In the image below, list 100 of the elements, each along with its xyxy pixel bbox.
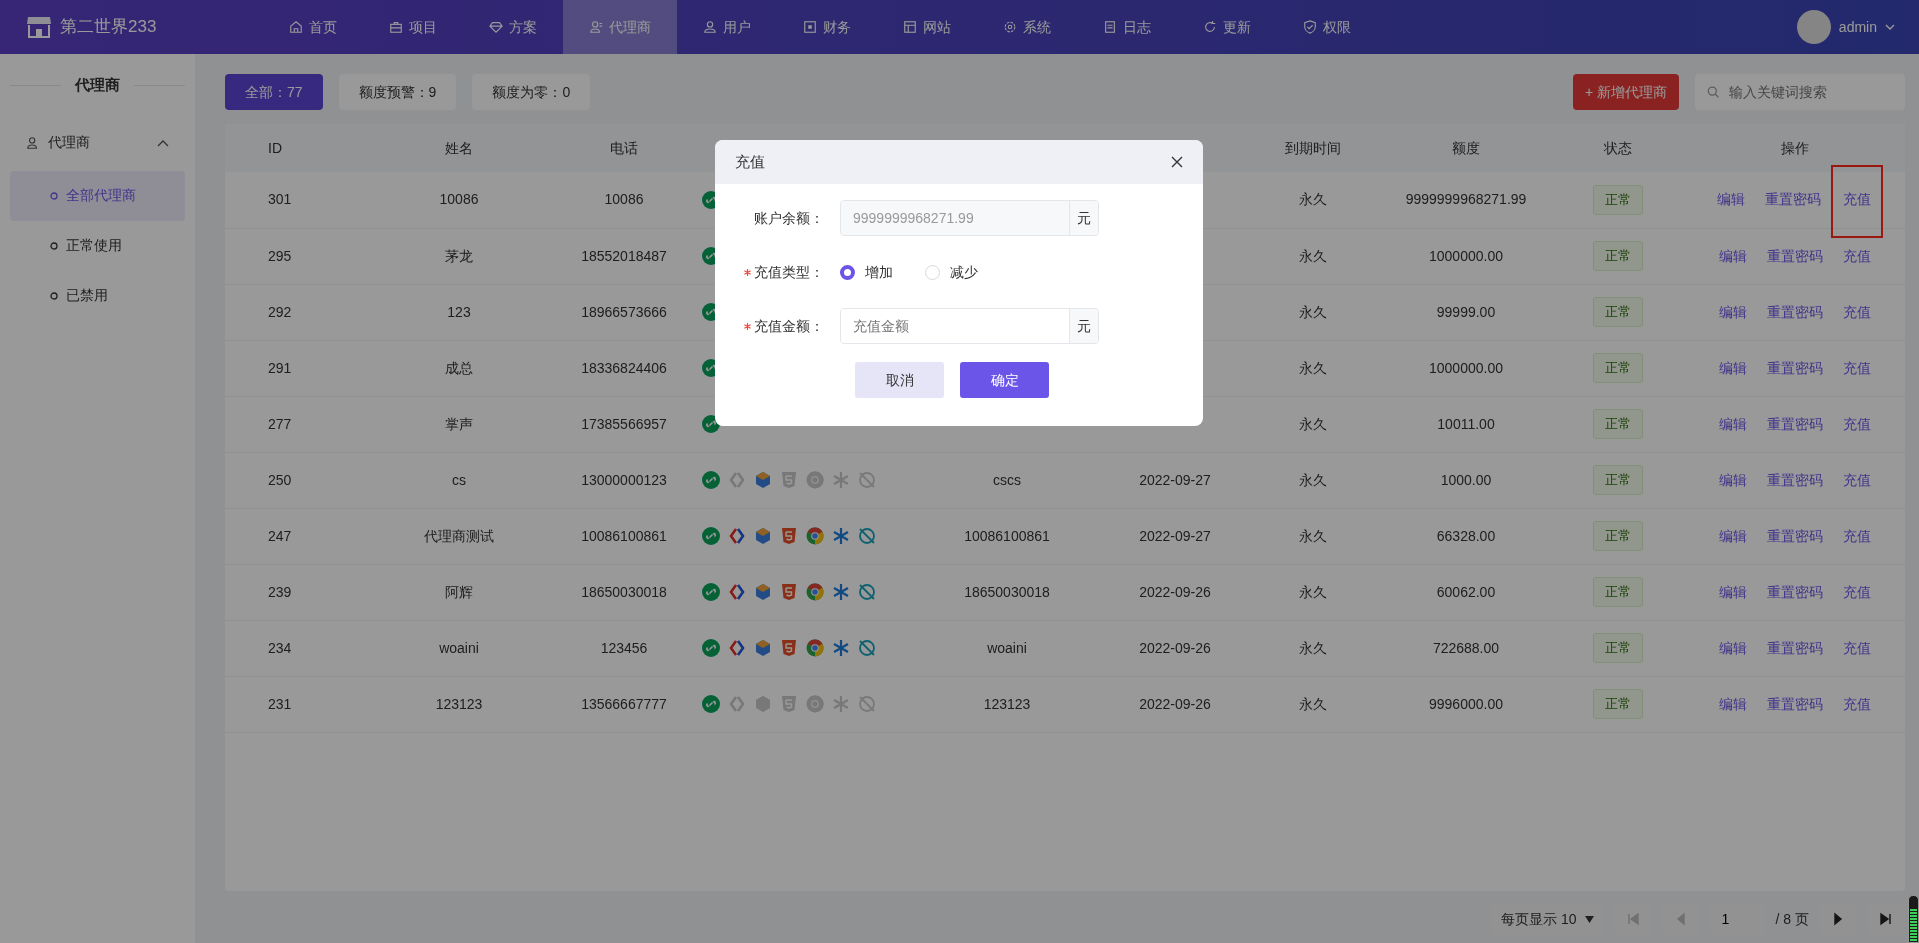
action-link[interactable]: 重置密码 (1764, 579, 1825, 605)
action-link[interactable]: 重置密码 (1762, 187, 1823, 213)
balance-input[interactable]: 9999999968271.99 (841, 201, 1069, 235)
sidebar-item[interactable]: 正常使用 (10, 220, 185, 271)
action-link[interactable]: 充值 (1840, 243, 1873, 269)
table-cell: 代理商测试 (424, 527, 494, 544)
action-link[interactable]: 重置密码 (1764, 243, 1825, 269)
sidebar-group[interactable]: 代理商 (10, 122, 185, 163)
home-icon (289, 19, 303, 35)
table-cell: 成总 (445, 359, 473, 376)
table-cell: 2022-09-27 (1139, 471, 1211, 488)
filter-tab[interactable]: 额度为零：0 (472, 74, 591, 110)
nav-item[interactable]: 代理商 (563, 0, 677, 54)
table-cell: woaini (987, 639, 1027, 656)
table-cell: 永久 (1299, 527, 1327, 544)
nav-item[interactable]: 更新 (1177, 0, 1277, 54)
action-link[interactable]: 充值 (1840, 523, 1873, 549)
field-label: 账户余额： (754, 208, 824, 228)
user-icon (589, 19, 603, 35)
document-icon (1103, 19, 1117, 35)
unit-label: 元 (1069, 309, 1098, 343)
action-link[interactable]: 编辑 (1716, 523, 1749, 549)
table-cell: 722688.00 (1432, 639, 1500, 656)
table-cell: 123456 (600, 639, 648, 656)
action-link[interactable]: 重置密码 (1764, 467, 1825, 493)
balance-field[interactable]: 9999999968271.99 元 (840, 200, 1099, 236)
nav-item[interactable]: 系统 (977, 0, 1077, 54)
status-tag: 正常 (1593, 689, 1643, 719)
user-icon (26, 135, 40, 150)
sidebar-item[interactable]: 已禁用 (10, 270, 185, 321)
table-cell: 99999.00 (1436, 303, 1496, 320)
column-header: 额度 (1452, 139, 1480, 156)
table-cell: 18336824406 (581, 359, 667, 376)
filter-tab[interactable]: 额度预警：9 (338, 74, 457, 110)
table-cell: 10086 (439, 191, 479, 208)
sidebar-title: 代理商 (75, 75, 120, 95)
circle-icon (50, 191, 58, 200)
radio-button[interactable] (840, 264, 855, 280)
table-cell: 247 (268, 527, 292, 544)
table-cell: 2022-09-27 (1139, 527, 1211, 544)
action-link[interactable]: 编辑 (1716, 299, 1749, 325)
status-tag: 正常 (1593, 465, 1643, 495)
table-cell: 18966573666 (581, 303, 667, 320)
action-link[interactable]: 编辑 (1716, 411, 1749, 437)
nav-item[interactable]: 项目 (363, 0, 463, 54)
search-box[interactable]: 输入关键词搜索 (1695, 74, 1905, 110)
radio-label[interactable]: 减少 (950, 261, 978, 283)
status-tag: 正常 (1593, 241, 1643, 271)
circle-icon (50, 241, 58, 250)
shield-icon (1303, 19, 1317, 35)
close-icon[interactable] (1171, 156, 1183, 168)
action-link[interactable]: 重置密码 (1764, 523, 1825, 549)
table-cell: 10086100861 (581, 527, 667, 544)
confirm-button[interactable]: 确定 (960, 362, 1049, 398)
action-link[interactable]: 编辑 (1716, 691, 1749, 717)
window-icon (903, 19, 917, 35)
column-header: 到期时间 (1285, 139, 1341, 156)
nav-item[interactable]: 方案 (463, 0, 563, 54)
action-link[interactable]: 充值 (1840, 411, 1873, 437)
action-link[interactable]: 充值 (1840, 579, 1873, 605)
action-link[interactable]: 编辑 (1716, 467, 1749, 493)
nav-item[interactable]: 网站 (877, 0, 977, 54)
action-link[interactable]: 编辑 (1714, 187, 1747, 213)
nav-item[interactable]: 财务 (777, 0, 877, 54)
user-name[interactable]: admin (1838, 16, 1877, 38)
nav-item[interactable]: 首页 (263, 0, 363, 54)
diamond-icon (489, 19, 503, 35)
amount-field[interactable]: 充值金额 元 (840, 308, 1099, 344)
action-link[interactable]: 编辑 (1716, 579, 1749, 605)
table-cell: 永久 (1299, 191, 1327, 208)
action-link[interactable]: 充值 (1830, 165, 1883, 239)
nav-item[interactable]: 日志 (1077, 0, 1177, 54)
action-link[interactable]: 重置密码 (1764, 299, 1825, 325)
action-link[interactable]: 重置密码 (1764, 411, 1825, 437)
action-link[interactable]: 充值 (1840, 691, 1873, 717)
table-cell: 17385566957 (581, 415, 667, 432)
radio-label[interactable]: 增加 (865, 261, 893, 283)
action-link[interactable]: 重置密码 (1764, 355, 1825, 381)
avatar[interactable] (1796, 10, 1831, 44)
cancel-button[interactable]: 取消 (855, 362, 944, 398)
table-cell: 2022-09-26 (1139, 639, 1211, 656)
action-link[interactable]: 充值 (1840, 467, 1873, 493)
table-cell: 60062.00 (1436, 583, 1496, 600)
table-cell: 永久 (1299, 583, 1327, 600)
action-link[interactable]: 编辑 (1716, 243, 1749, 269)
filter-tab[interactable]: 全部：77 (225, 74, 323, 110)
unit-label: 元 (1069, 201, 1098, 235)
action-link[interactable]: 重置密码 (1764, 691, 1825, 717)
nav-item[interactable]: 权限 (1277, 0, 1377, 54)
square-icon (803, 19, 817, 35)
nav-item[interactable]: 用户 (677, 0, 777, 54)
action-link[interactable]: 编辑 (1716, 355, 1749, 381)
action-link[interactable]: 编辑 (1716, 635, 1749, 661)
add-agent-button[interactable]: + 新增代理商 (1572, 74, 1679, 110)
table-cell: 10086100861 (964, 527, 1050, 544)
action-link[interactable]: 充值 (1840, 355, 1873, 381)
action-link[interactable]: 重置密码 (1764, 635, 1825, 661)
action-link[interactable]: 充值 (1840, 299, 1873, 325)
action-link[interactable]: 充值 (1840, 635, 1873, 661)
sidebar-item[interactable]: 全部代理商 (10, 170, 185, 221)
